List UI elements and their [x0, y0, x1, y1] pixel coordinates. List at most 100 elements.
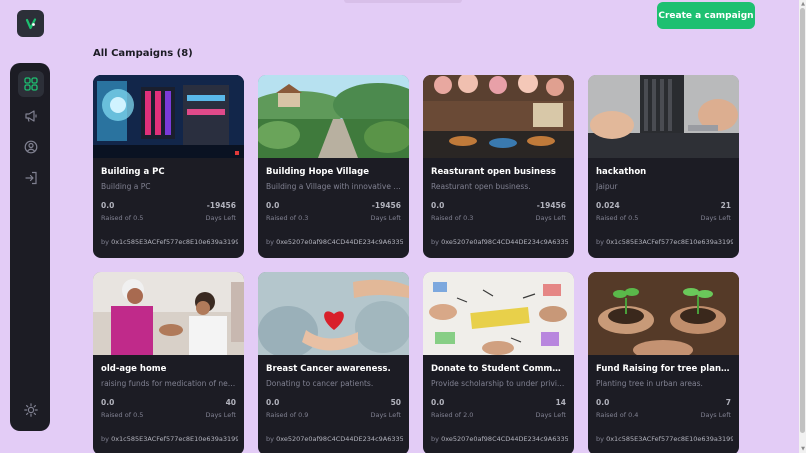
campaign-owner: by 0xe5207e0af98C4CD44DE234c9A633502...: [431, 238, 568, 246]
days-left-label: Days Left: [370, 214, 401, 222]
theme-toggle[interactable]: [18, 397, 44, 423]
campaign-card[interactable]: Building a PC Building a PC 0.0 Raised o…: [93, 75, 244, 258]
campaign-image: [258, 272, 409, 355]
owner-address: 0x1c585E3ACFef577ec8E10e639a319978...: [111, 435, 238, 443]
days-left-label: Days Left: [205, 214, 236, 222]
campaign-owner: by 0xe5207e0af98C4CD44DE234c9A633502...: [266, 238, 403, 246]
campaign-image: [93, 75, 244, 158]
campaign-description: Donating to cancer patients.: [266, 379, 374, 388]
campaign-title: Building Hope Village: [266, 167, 369, 177]
raised-of-target: Raised of 0.3: [266, 214, 309, 222]
raised-of-target: Raised of 0.3: [431, 214, 474, 222]
owner-by-label: by: [266, 435, 274, 443]
days-left-value: -19456: [206, 201, 236, 210]
raised-of-target: Raised of 0.4: [596, 411, 639, 419]
sidebar: [10, 63, 50, 431]
owner-address: 0xe5207e0af98C4CD44DE234c9A633502...: [441, 238, 568, 246]
scrollbar-thumb[interactable]: [800, 8, 805, 433]
owner-by-label: by: [101, 435, 109, 443]
dashboard-icon: [24, 77, 38, 91]
sun-icon: [24, 403, 38, 417]
amount-raised: 0.0: [431, 398, 445, 407]
days-left-value: 14: [555, 398, 566, 407]
days-left-value: -19456: [536, 201, 566, 210]
campaign-description: Jaipur: [596, 182, 618, 191]
owner-by-label: by: [431, 435, 439, 443]
campaign-owner: by 0xe5207e0af98C4CD44DE234c9A633502...: [431, 435, 568, 443]
campaign-description: Planting tree in urban areas.: [596, 379, 703, 388]
campaign-owner: by 0x1c585E3ACFef577ec8E10e639a319978...: [596, 238, 733, 246]
top-scroll-hint: [344, 0, 462, 3]
campaign-description: raising funds for medication of neig...: [101, 379, 236, 388]
logout-icon: [25, 171, 37, 185]
campaign-card[interactable]: Reasturant open business Reasturant open…: [423, 75, 574, 258]
campaign-description: Building a Village with innovative ide..…: [266, 182, 401, 191]
campaign-owner: by 0x1c585E3ACFef577ec8E10e639a319978...: [596, 435, 733, 443]
campaign-image: [423, 75, 574, 158]
campaign-owner: by 0x1c585E3ACFef577ec8E10e639a319978...: [101, 238, 238, 246]
campaign-owner: by 0xe5207e0af98C4CD44DE234c9A633502...: [266, 435, 403, 443]
create-campaign-button[interactable]: Create a campaign: [657, 2, 755, 29]
campaign-image: [588, 75, 739, 158]
campaign-title: old-age home: [101, 364, 167, 374]
amount-raised: 0.0: [101, 398, 115, 407]
owner-address: 0x1c585E3ACFef577ec8E10e639a319978...: [606, 435, 733, 443]
campaign-card[interactable]: Fund Raising for tree plantati... Planti…: [588, 272, 739, 453]
days-left-label: Days Left: [370, 411, 401, 419]
logo-icon: [25, 17, 36, 29]
days-left-label: Days Left: [535, 214, 566, 222]
days-left-value: -19456: [371, 201, 401, 210]
campaign-image: [588, 272, 739, 355]
campaign-image: [258, 75, 409, 158]
raised-of-target: Raised of 0.5: [101, 411, 144, 419]
app-logo[interactable]: [17, 10, 44, 37]
days-left-value: 40: [225, 398, 236, 407]
campaign-grid: Building a PC Building a PC 0.0 Raised o…: [93, 75, 739, 453]
campaign-image: [423, 272, 574, 355]
sidebar-item-dashboard[interactable]: [18, 71, 44, 97]
profile-icon: [24, 140, 38, 154]
section-title: All Campaigns (8): [93, 48, 193, 59]
owner-address: 0xe5207e0af98C4CD44DE234c9A633502...: [276, 238, 403, 246]
owner-address: 0x1c585E3ACFef577ec8E10e639a319978...: [606, 238, 733, 246]
days-left-label: Days Left: [700, 214, 731, 222]
owner-by-label: by: [101, 238, 109, 246]
amount-raised: 0.0: [101, 201, 115, 210]
days-left-label: Days Left: [535, 411, 566, 419]
raised-of-target: Raised of 2.0: [431, 411, 474, 419]
megaphone-icon: [25, 110, 37, 122]
campaign-card[interactable]: hackathon Jaipur 0.024 Raised of 0.5 21 …: [588, 75, 739, 258]
campaign-description: Provide scholarship to under privile...: [431, 379, 566, 388]
scroll-down-icon[interactable]: ▼: [801, 446, 805, 452]
owner-by-label: by: [596, 238, 604, 246]
scroll-up-icon[interactable]: ▲: [801, 1, 805, 7]
amount-raised: 0.024: [596, 201, 620, 210]
campaign-title: Reasturant open business: [431, 167, 556, 177]
campaign-card[interactable]: old-age home raising funds for medicatio…: [93, 272, 244, 453]
campaign-description: Building a PC: [101, 182, 151, 191]
campaign-card[interactable]: Donate to Student Community. Provide sch…: [423, 272, 574, 453]
owner-by-label: by: [266, 238, 274, 246]
amount-raised: 0.0: [266, 398, 280, 407]
campaign-description: Reasturant open business.: [431, 182, 531, 191]
sidebar-item-logout[interactable]: [18, 165, 44, 191]
sidebar-item-profile[interactable]: [18, 134, 44, 160]
days-left-value: 21: [720, 201, 731, 210]
days-left-label: Days Left: [700, 411, 731, 419]
days-left-label: Days Left: [205, 411, 236, 419]
campaign-title: hackathon: [596, 167, 647, 177]
owner-address: 0xe5207e0af98C4CD44DE234c9A633502...: [441, 435, 568, 443]
vertical-scrollbar[interactable]: ▲ ▼: [799, 0, 806, 453]
amount-raised: 0.0: [266, 201, 280, 210]
campaign-title: Breast Cancer awareness.: [266, 364, 391, 374]
raised-of-target: Raised of 0.5: [596, 214, 639, 222]
raised-of-target: Raised of 0.9: [266, 411, 309, 419]
amount-raised: 0.0: [431, 201, 445, 210]
campaign-image: [93, 272, 244, 355]
raised-of-target: Raised of 0.5: [101, 214, 144, 222]
campaign-card[interactable]: Building Hope Village Building a Village…: [258, 75, 409, 258]
days-left-value: 50: [390, 398, 401, 407]
sidebar-item-campaign[interactable]: [18, 103, 44, 129]
campaign-title: Building a PC: [101, 167, 165, 177]
campaign-card[interactable]: Breast Cancer awareness. Donating to can…: [258, 272, 409, 453]
